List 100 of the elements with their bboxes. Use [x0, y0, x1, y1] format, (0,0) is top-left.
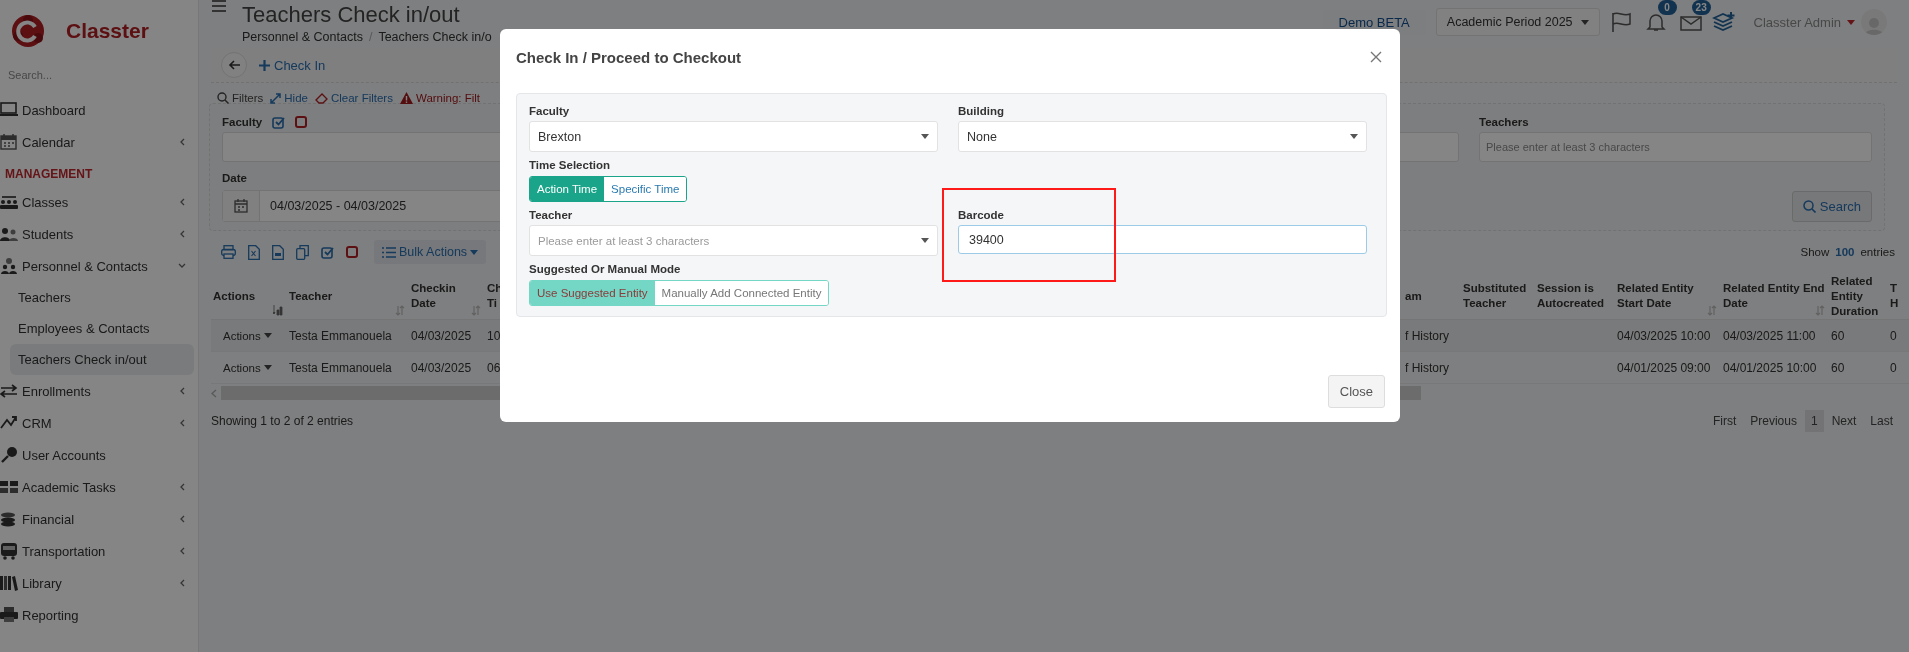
- sidebar-item[interactable]: Classes: [0, 186, 198, 218]
- square-stop-icon[interactable]: [295, 116, 308, 128]
- close-icon: [1370, 51, 1382, 63]
- sidebar-item[interactable]: User Accounts: [0, 439, 198, 471]
- table-cell-text: 0: [1889, 360, 1898, 375]
- user-menu[interactable]: Classter Admin: [1753, 9, 1887, 35]
- checkbox-checked-icon[interactable]: [272, 115, 286, 129]
- list-icon: [382, 246, 396, 258]
- table-info: Showing 1 to 2 of 2 entries: [211, 414, 354, 428]
- close-button[interactable]: [1368, 49, 1384, 65]
- column-header: T H: [1889, 281, 1900, 311]
- building-select[interactable]: None: [958, 121, 1367, 152]
- table-cell-text: 60: [1830, 328, 1846, 343]
- sidebar-item[interactable]: Enrollments: [0, 375, 198, 407]
- sidebar-subitem[interactable]: Employees & Contacts: [10, 313, 194, 344]
- toggle-option[interactable]: Action Time: [530, 177, 605, 201]
- bulk-actions-button[interactable]: Bulk Actions: [374, 240, 487, 264]
- sidebar-item[interactable]: Calendar: [0, 126, 198, 158]
- close-dialog-button[interactable]: Close: [1327, 375, 1385, 408]
- column-header[interactable]: Related Entity Start Date: [1615, 271, 1721, 319]
- pagination-button[interactable]: Last: [1864, 410, 1899, 432]
- actions-dropdown[interactable]: Actions: [211, 329, 272, 342]
- table-cell-text: 06: [486, 360, 502, 375]
- table-cell-text: Testa Emmanouela: [288, 360, 393, 375]
- sidebar-item[interactable]: Transportation: [0, 535, 198, 567]
- flag-icon[interactable]: [1609, 11, 1632, 33]
- chevron-left-icon[interactable]: [211, 388, 217, 398]
- calendar-icon: [0, 133, 18, 151]
- sidebar-item[interactable]: CRM: [0, 407, 198, 439]
- pagination-button[interactable]: Next: [1825, 410, 1863, 432]
- clear-filters-link[interactable]: Clear Filters: [314, 92, 393, 104]
- back-button[interactable]: [221, 52, 247, 78]
- sidebar-item[interactable]: Library: [0, 567, 198, 599]
- field-label: Barcode: [958, 209, 1005, 221]
- sidebar-item[interactable]: Financial: [0, 503, 198, 535]
- caret-icon: [470, 249, 479, 255]
- table-cell-text: Testa Emmanouela: [288, 328, 393, 343]
- column-header[interactable]: Related Entity End Date: [1721, 271, 1829, 319]
- sidebar-item[interactable]: Reporting: [0, 599, 198, 631]
- pdf-file-icon[interactable]: [272, 244, 284, 260]
- actions-dropdown[interactable]: Actions: [211, 361, 272, 374]
- bell-icon[interactable]: [1645, 12, 1666, 32]
- brand-name: Classter: [66, 19, 149, 43]
- sidebar-item[interactable]: Dashboard: [0, 94, 198, 126]
- menu-icon[interactable]: [212, 0, 226, 12]
- sidebar-item[interactable]: Academic Tasks: [0, 471, 198, 503]
- table-cell-text: 0: [1889, 328, 1898, 343]
- column-header[interactable]: Teacher: [287, 271, 409, 319]
- person-silhouette-icon: [1864, 15, 1884, 35]
- breadcrumb-link[interactable]: Teachers Check in/o: [378, 30, 492, 44]
- column-header[interactable]: Actions: [211, 271, 287, 319]
- field-label: Teacher: [529, 209, 573, 221]
- search-field[interactable]: Search...: [8, 64, 178, 86]
- table-cell-text: f History: [1404, 360, 1450, 375]
- table-cell-text: 04/03/2025: [410, 360, 473, 375]
- field-label: Building: [958, 105, 1004, 117]
- caret-icon: [1847, 19, 1855, 25]
- column-header[interactable]: Checkin Date: [409, 271, 485, 319]
- hide-link[interactable]: Hide: [270, 92, 308, 104]
- field-label: Time Selection: [529, 159, 610, 171]
- square-stop-icon[interactable]: [346, 246, 358, 258]
- faculty-select[interactable]: Brexton: [529, 121, 938, 152]
- warning-icon: [399, 92, 413, 104]
- dialog-title: Check In / Proceed to Checkout: [516, 48, 742, 66]
- breadcrumb-link[interactable]: Personnel & Contacts: [242, 30, 363, 44]
- check-in-link[interactable]: Check In: [259, 57, 326, 73]
- checkbox-checked-icon[interactable]: [321, 245, 334, 259]
- layers-plus-icon[interactable]: [1711, 11, 1736, 33]
- page-title: Teachers Check in/out: [242, 2, 461, 28]
- group-icon: [0, 193, 18, 211]
- sidebar-item[interactable]: Personnel & Contacts: [0, 250, 198, 282]
- table-cell-text: 04/03/2025 10:00: [1616, 328, 1712, 343]
- search-button[interactable]: Search: [1791, 191, 1872, 222]
- teachers-field[interactable]: Please enter at least 3 characters: [1479, 132, 1872, 162]
- sidebar-subitem[interactable]: Teachers Check in/out: [10, 344, 194, 375]
- coins-icon: [0, 510, 18, 528]
- pagination-button[interactable]: First: [1706, 410, 1743, 432]
- search-icon: [1802, 200, 1816, 213]
- toggle-option[interactable]: Specific Time: [604, 177, 687, 201]
- caret-icon: [263, 333, 272, 338]
- bus-icon: [0, 542, 18, 560]
- students-icon: [0, 225, 18, 243]
- sidebar-item[interactable]: Students: [0, 218, 198, 250]
- period-select[interactable]: Academic Period 2025: [1435, 8, 1600, 36]
- column-header: am: [1404, 288, 1423, 304]
- sidebar-subitem[interactable]: Teachers: [10, 282, 194, 313]
- pagination-button[interactable]: Previous: [1744, 410, 1803, 432]
- grid-icon: [0, 478, 18, 496]
- people-icon: [0, 257, 18, 275]
- time-selection-toggle[interactable]: Action Time Specific Time: [529, 176, 688, 202]
- copy-icon[interactable]: [296, 244, 309, 260]
- excel-file-icon[interactable]: [248, 244, 260, 260]
- table-cell-text: 04/03/2025: [410, 328, 473, 343]
- column-header: Session is Autocreated: [1536, 281, 1606, 311]
- filters-toggle[interactable]: Filters: [217, 92, 264, 104]
- print-icon[interactable]: [221, 245, 236, 259]
- page-size-select[interactable]: 100: [1835, 246, 1855, 258]
- pagination-button[interactable]: 1: [1804, 410, 1824, 432]
- barcode-field[interactable]: 39400: [958, 225, 1367, 254]
- teacher-select[interactable]: Please enter at least 3 characters: [529, 225, 938, 256]
